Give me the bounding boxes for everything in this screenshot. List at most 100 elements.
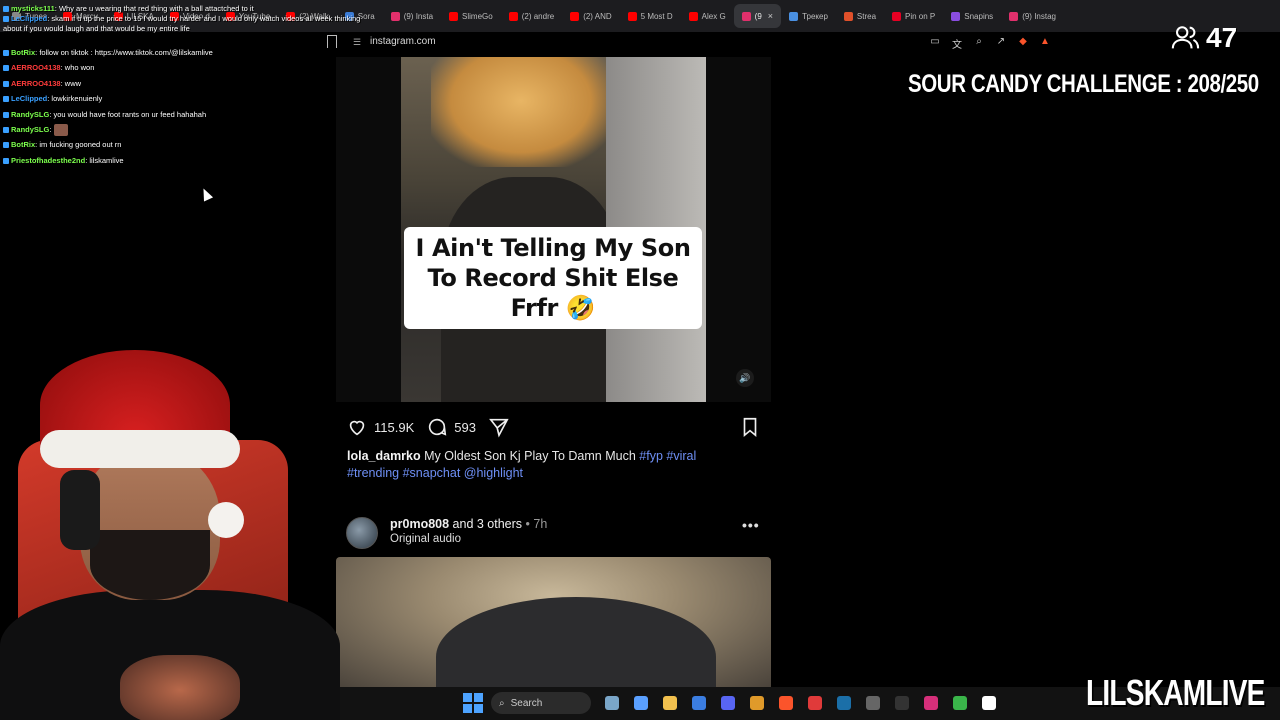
browser-tab[interactable]: SlimeGo: [441, 4, 501, 28]
like-button[interactable]: 115.9K: [346, 416, 414, 438]
browser-tab[interactable]: Alex G: [681, 4, 734, 28]
chat-username[interactable]: LeClipped: [11, 14, 47, 23]
headphones: [60, 470, 100, 550]
snapins-icon: [951, 11, 961, 21]
viewers-icon: [1171, 26, 1200, 49]
next-post-username[interactable]: pr0mo808: [390, 517, 449, 531]
browser-tab[interactable]: 5 Most D: [620, 4, 681, 28]
tab-label: (2) AND: [583, 11, 612, 21]
taskbar-items: ⌕ Search: [463, 692, 1003, 714]
viewer-count-number: 47: [1206, 22, 1238, 53]
chat-username[interactable]: AERROO4138: [11, 79, 61, 88]
chat-badge-icon: [3, 127, 9, 134]
more-options-button[interactable]: •••: [742, 517, 760, 533]
file-explorer-icon[interactable]: [657, 692, 683, 714]
zoom-icon[interactable]: ⌕: [973, 36, 985, 51]
hashtag[interactable]: #snapchat: [403, 466, 461, 480]
chat-badge-icon: [3, 142, 9, 149]
share-icon[interactable]: ↗: [995, 36, 1007, 51]
chat-message: mysticks111: Why are u wearing that red …: [0, 4, 420, 14]
capcut-icon[interactable]: [976, 692, 1002, 714]
hashtag[interactable]: #viral: [666, 449, 696, 463]
mention[interactable]: @highlight: [464, 466, 523, 480]
steam-icon[interactable]: [831, 692, 857, 714]
browser-tab[interactable]: Snapins: [943, 4, 1001, 28]
browser-tab[interactable]: (2) andre: [501, 4, 562, 28]
pinterest-icon: [892, 11, 902, 21]
chat-username[interactable]: RandySLG: [11, 110, 49, 119]
santa-hat-brim: [40, 430, 240, 468]
chat-message: LeClipped: skam if u up the price to 15 …: [0, 14, 420, 24]
tab-label: Alex G: [701, 11, 726, 21]
viewer-count: 47: [1170, 22, 1237, 54]
close-tab-icon[interactable]: ×: [768, 11, 773, 21]
keyboard-app-icon[interactable]: [860, 692, 886, 714]
browser-tab[interactable]: (9 ×: [733, 4, 782, 28]
chat-username[interactable]: mysticks111: [11, 4, 55, 13]
browser-tab[interactable]: (2) AND: [562, 4, 619, 28]
instagram-icon: [1009, 11, 1019, 21]
translate-icon[interactable]: 文: [951, 36, 963, 51]
start-button[interactable]: [463, 693, 483, 713]
instagram-icon[interactable]: [918, 692, 944, 714]
santa-hat-pompom: [208, 502, 244, 538]
taskbar-search[interactable]: ⌕ Search: [491, 692, 591, 714]
chat-username[interactable]: RandySLG: [11, 125, 49, 134]
avatar[interactable]: [346, 517, 378, 549]
hashtag[interactable]: #fyp: [639, 449, 663, 463]
brave-rewards-icon[interactable]: ▲: [1039, 36, 1051, 51]
widgets-icon[interactable]: [599, 692, 625, 714]
share-button[interactable]: [488, 416, 510, 438]
chat-text: : lowkirkenuienly: [47, 94, 103, 104]
colorful-app-icon[interactable]: [947, 692, 973, 714]
chat-message: AERROO4138: www: [0, 76, 420, 91]
chat-username[interactable]: Priestofhadesthe2nd: [11, 156, 85, 165]
opera-gx-icon[interactable]: [802, 692, 828, 714]
browser-tab[interactable]: Strea: [836, 4, 884, 28]
chat-text: : im fucking gooned out rn: [35, 140, 122, 150]
comment-button[interactable]: 593: [426, 416, 476, 438]
chat-messages: BotRix: follow on tiktok : https://www.t…: [0, 45, 420, 168]
chat-text: : who won: [60, 63, 95, 73]
webcam-feed: [0, 350, 340, 720]
copilot-icon[interactable]: [628, 692, 654, 714]
hashtag[interactable]: #trending: [347, 466, 399, 480]
taskbar-search-label: Search: [510, 697, 543, 709]
next-video-person-shape: [436, 597, 716, 687]
next-post-video[interactable]: [336, 557, 771, 687]
chat-message: Priestofhadesthe2nd: lilskamlive: [0, 153, 420, 168]
chat-username[interactable]: AERROO4138: [11, 63, 61, 72]
next-post-coauthors[interactable]: and 3 others: [453, 517, 523, 531]
shield-app-icon[interactable]: [744, 692, 770, 714]
post-author[interactable]: lola_damrko: [347, 449, 421, 463]
chat-username[interactable]: BotRix: [11, 140, 35, 149]
tab-label: 5 Most D: [640, 11, 673, 21]
chat-username[interactable]: LeClipped: [11, 94, 47, 103]
chat-top: mysticks111: Why are u wearing that red …: [0, 4, 420, 34]
youtube-icon: [688, 11, 698, 21]
next-post-audio[interactable]: Original audio: [390, 533, 461, 545]
browser-tab[interactable]: (9) Instag: [1001, 4, 1064, 28]
brave-icon[interactable]: [773, 692, 799, 714]
browser-tab[interactable]: Pin on P: [884, 4, 943, 28]
chat-message: BotRix: follow on tiktok : https://www.t…: [0, 45, 420, 60]
video-caption-overlay: I Ain't Telling My Son To Record Shit El…: [404, 227, 702, 329]
discord-icon[interactable]: [715, 692, 741, 714]
brave-shield-icon[interactable]: ◆: [1017, 36, 1029, 51]
stream-icon: [843, 11, 853, 21]
save-button[interactable]: [739, 416, 761, 441]
post-caption: lola_damrko My Oldest Son Kj Play To Dam…: [347, 448, 757, 482]
store-icon[interactable]: [686, 692, 712, 714]
mute-button[interactable]: 🔊: [736, 369, 754, 387]
chat-badge-icon: [3, 111, 9, 118]
cast-icon[interactable]: ▭: [929, 36, 941, 51]
browser-tab[interactable]: Трекер: [781, 4, 836, 28]
address-bar[interactable]: ☰ instagram.com ▭ 文 ⌕ ↗ ◆ ▲: [327, 32, 1060, 54]
streamer-beard: [90, 530, 210, 600]
chat-badge-icon: [3, 65, 9, 72]
post-caption-text: My Oldest Son Kj Play To Damn Much: [424, 449, 636, 463]
chat-username[interactable]: BotRix: [11, 48, 35, 57]
chat-badge-icon: [3, 6, 9, 13]
k-app-icon[interactable]: [889, 692, 915, 714]
chat-message: LeClipped: lowkirkenuienly: [0, 91, 420, 106]
